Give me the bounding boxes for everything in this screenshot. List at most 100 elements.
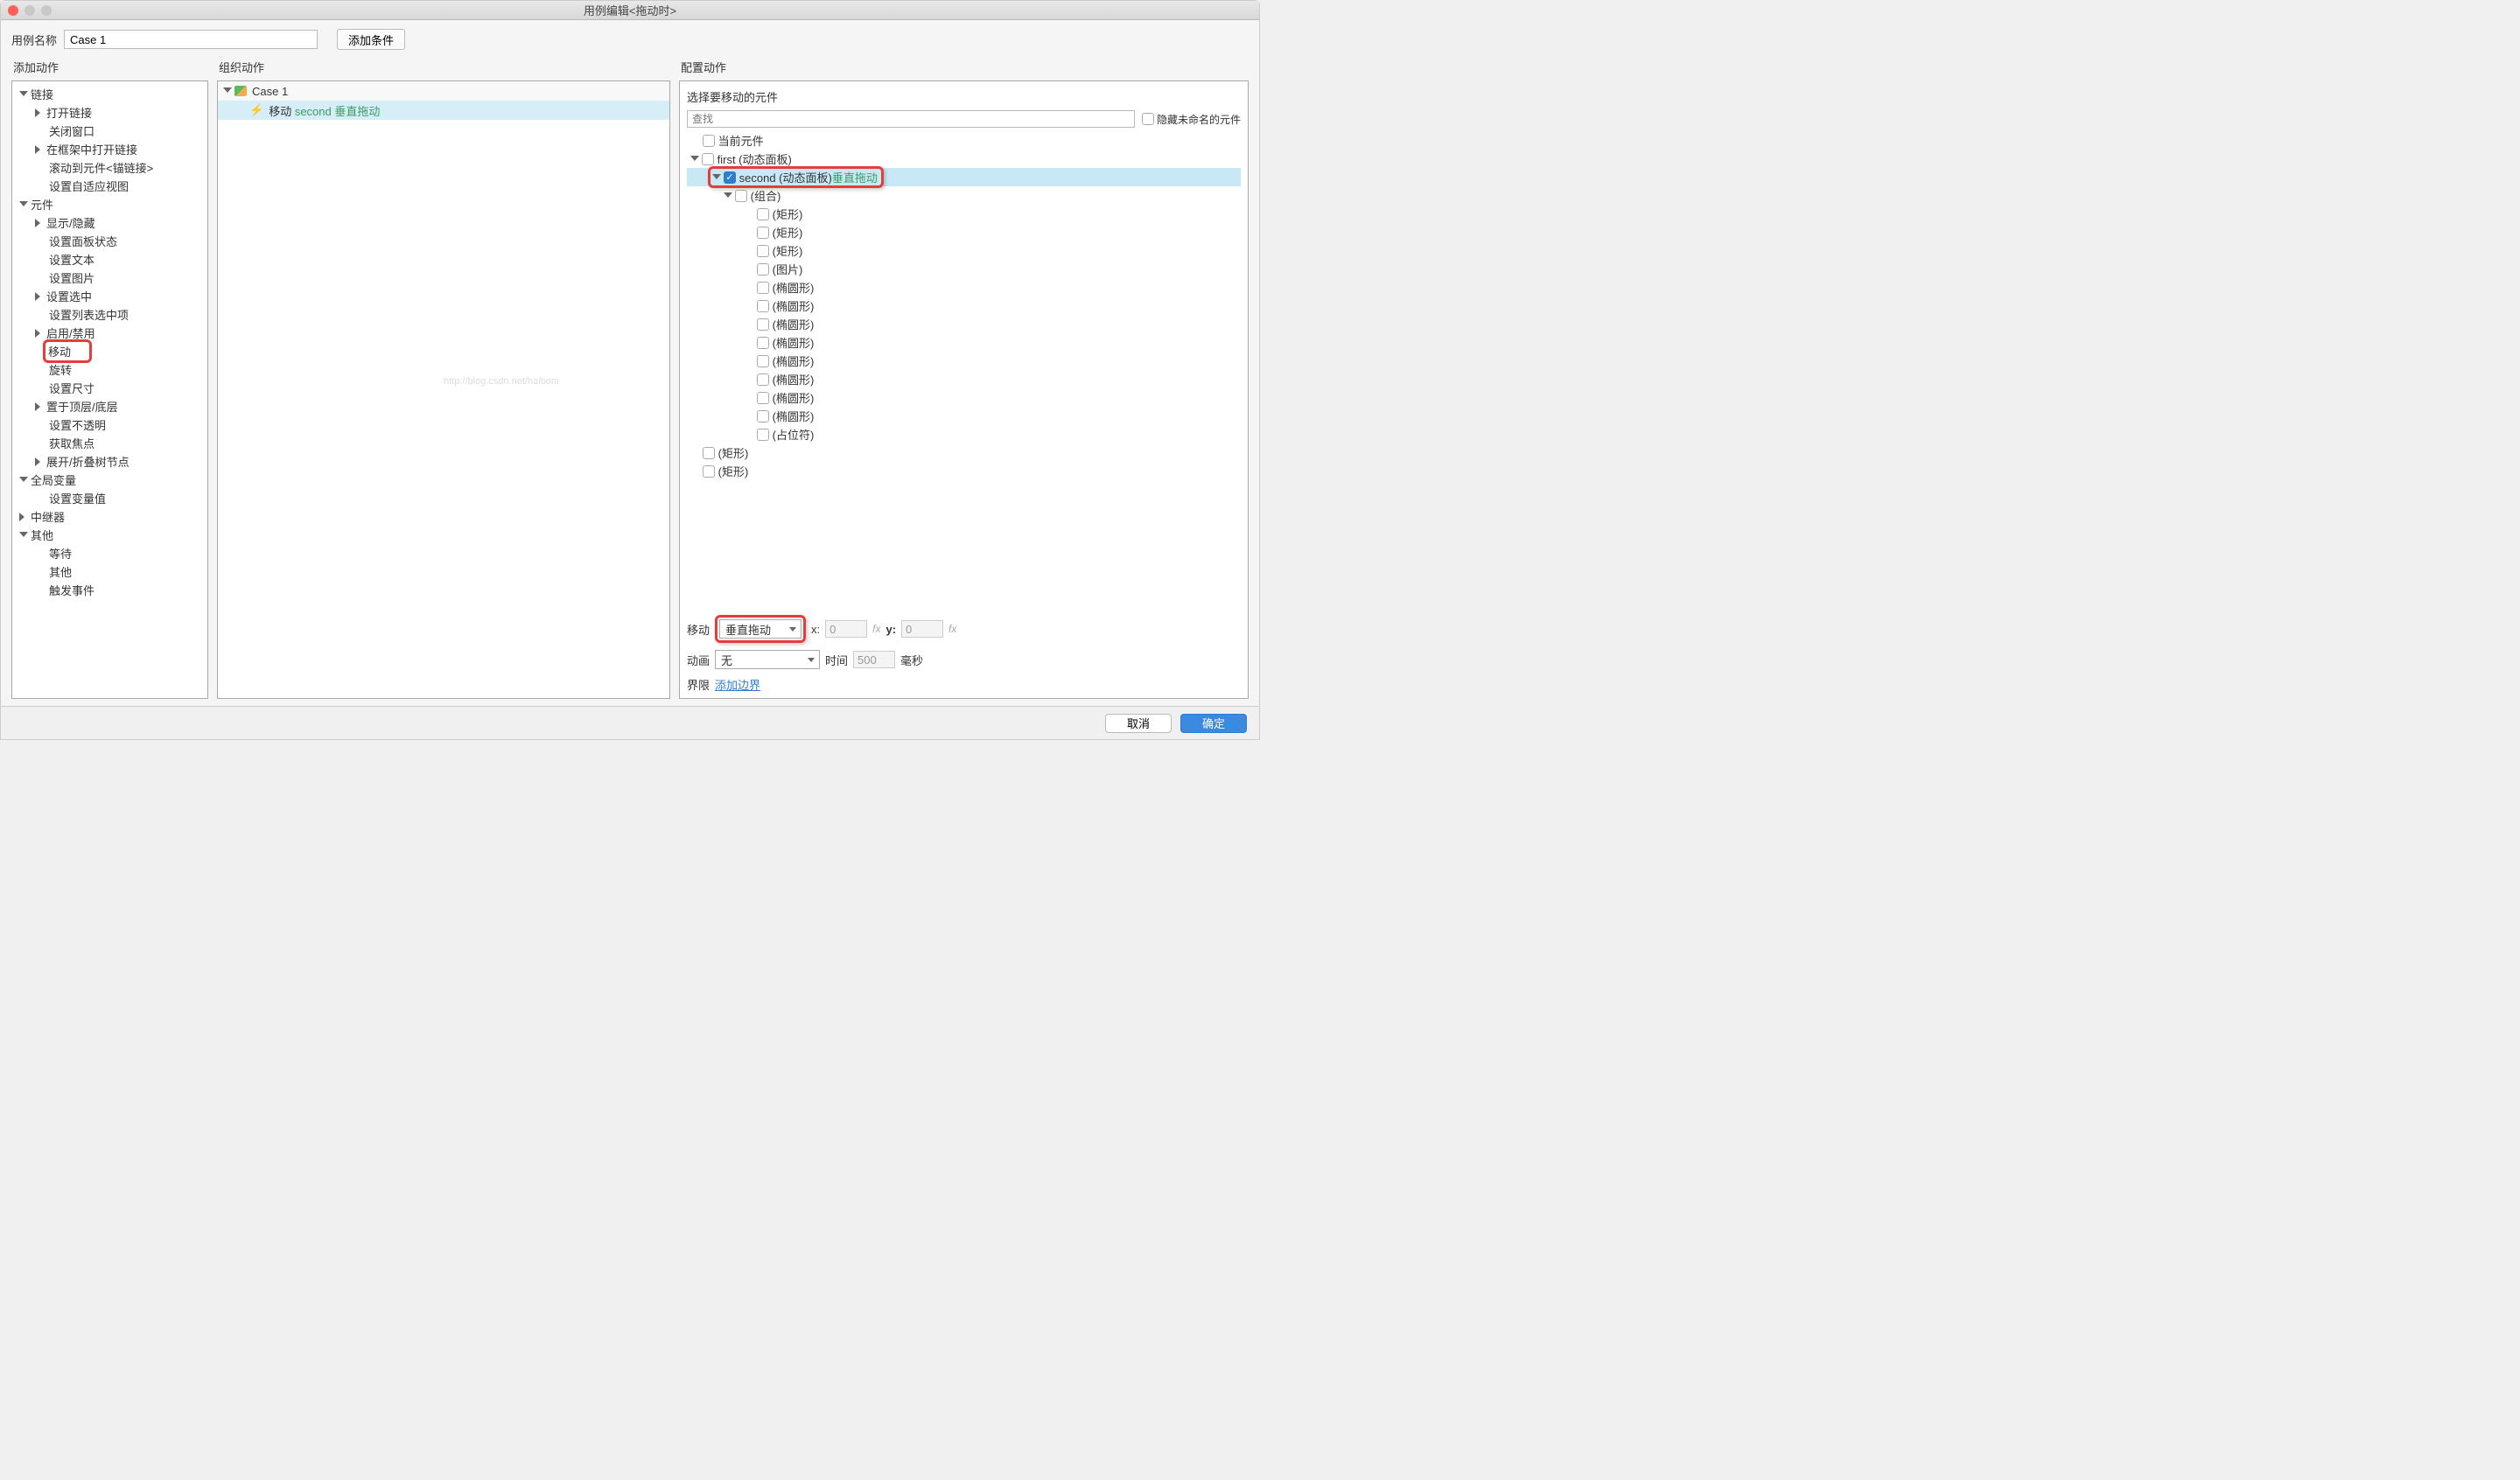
- checkbox-icon: [757, 318, 769, 331]
- action-row[interactable]: ⚡ 移动 second 垂直拖动: [218, 101, 669, 120]
- minimize-icon: [24, 5, 35, 16]
- ok-button[interactable]: 确定: [1180, 714, 1247, 733]
- y-input[interactable]: [901, 620, 943, 638]
- search-input[interactable]: [687, 110, 1135, 128]
- widget-row[interactable]: 当前元件: [687, 131, 1241, 150]
- tree-item[interactable]: 在框架中打开链接: [14, 140, 206, 158]
- window-title: 用例编辑<拖动时>: [584, 2, 676, 18]
- tree-item[interactable]: 打开链接: [14, 103, 206, 122]
- tree-item[interactable]: 等待: [14, 544, 206, 562]
- checkbox-icon: [757, 263, 769, 276]
- checkbox-icon: [703, 135, 715, 147]
- tree-cat-widget[interactable]: 元件: [14, 195, 206, 213]
- time-input[interactable]: [853, 651, 895, 668]
- fx-icon[interactable]: fx: [948, 623, 956, 635]
- chevron-down-icon: [712, 174, 721, 183]
- checkbox-checked-icon: ✓: [724, 171, 736, 184]
- checkbox-icon: [757, 245, 769, 257]
- add-bounds-link[interactable]: 添加边界: [715, 676, 760, 693]
- widget-row[interactable]: (占位符): [687, 425, 1241, 443]
- x-input[interactable]: [825, 620, 867, 638]
- fx-icon[interactable]: fx: [872, 623, 880, 635]
- tree-cat-global[interactable]: 全局变量: [14, 471, 206, 489]
- top-controls: 用例名称 添加条件: [1, 20, 1259, 53]
- ms-label: 毫秒: [900, 652, 923, 668]
- widget-row-second[interactable]: ✓ second (动态面板) 垂直拖动: [687, 168, 1241, 186]
- bolt-icon: ⚡: [249, 103, 263, 117]
- configure-actions-panel: 配置动作 选择要移动的元件 隐藏未命名的元件 当前元件 first (动态面板): [679, 53, 1249, 699]
- tree-item[interactable]: 触发事件: [14, 581, 206, 599]
- tree-item[interactable]: 旋转: [14, 360, 206, 379]
- panel-title-cfg: 配置动作: [679, 53, 1249, 80]
- chevron-down-icon: [724, 192, 732, 201]
- configure-body: 选择要移动的元件 隐藏未命名的元件 当前元件 first (动态面板): [679, 80, 1249, 699]
- tree-item[interactable]: 其他: [14, 562, 206, 581]
- widget-row[interactable]: (椭圆形): [687, 315, 1241, 333]
- tree-item[interactable]: 设置不透明: [14, 415, 206, 434]
- checkbox-icon: [757, 410, 769, 422]
- tree-item[interactable]: 设置面板状态: [14, 232, 206, 250]
- hide-unnamed-checkbox[interactable]: 隐藏未命名的元件: [1142, 112, 1241, 127]
- tree-item[interactable]: 设置变量值: [14, 489, 206, 507]
- close-icon[interactable]: [8, 5, 18, 16]
- tree-cat-link[interactable]: 链接: [14, 85, 206, 103]
- case-header[interactable]: Case 1: [218, 81, 669, 101]
- tree-item[interactable]: 设置尺寸: [14, 379, 206, 397]
- tree-item[interactable]: 显示/隐藏: [14, 213, 206, 232]
- checkbox-icon: [757, 300, 769, 312]
- widget-row[interactable]: (组合): [687, 186, 1241, 205]
- widget-row[interactable]: (矩形): [687, 443, 1241, 462]
- case-icon: [234, 86, 247, 96]
- panel-title-add: 添加动作: [11, 53, 208, 80]
- titlebar: 用例编辑<拖动时>: [1, 1, 1259, 20]
- action-text: 移动 second 垂直拖动: [269, 102, 380, 119]
- widget-row[interactable]: (椭圆形): [687, 333, 1241, 352]
- tree-item[interactable]: 设置列表选中项: [14, 305, 206, 324]
- widget-row[interactable]: (矩形): [687, 241, 1241, 260]
- move-type-select[interactable]: 垂直拖动: [719, 619, 802, 639]
- widget-row[interactable]: (图片): [687, 260, 1241, 278]
- move-controls: 移动 垂直拖动 x: fx y: fx 动画 无 时间: [687, 610, 1241, 693]
- checkbox-icon: [757, 208, 769, 220]
- widget-tree: 当前元件 first (动态面板) ✓ second (动态面板) 垂直拖动 (…: [687, 131, 1241, 610]
- widget-row[interactable]: (矩形): [687, 223, 1241, 241]
- tree-item[interactable]: 启用/禁用: [14, 324, 206, 342]
- checkbox-icon: [1142, 113, 1154, 125]
- widget-row[interactable]: (矩形): [687, 462, 1241, 480]
- tree-item[interactable]: 设置文本: [14, 250, 206, 269]
- tree-item[interactable]: 滚动到元件<锚链接>: [14, 158, 206, 177]
- x-label: x:: [811, 623, 820, 636]
- add-actions-panel: 添加动作 链接 打开链接 关闭窗口 在框架中打开链接 滚动到元件<锚链接> 设置…: [11, 53, 208, 699]
- widget-row[interactable]: (椭圆形): [687, 352, 1241, 370]
- widget-row[interactable]: (椭圆形): [687, 407, 1241, 425]
- main-area: 添加动作 链接 打开链接 关闭窗口 在框架中打开链接 滚动到元件<锚链接> 设置…: [1, 53, 1259, 706]
- anim-label: 动画: [687, 652, 710, 668]
- tree-item[interactable]: 设置自适应视图: [14, 177, 206, 195]
- tree-cat-other[interactable]: 其他: [14, 526, 206, 544]
- widget-row[interactable]: (矩形): [687, 205, 1241, 223]
- cancel-button[interactable]: 取消: [1105, 714, 1172, 733]
- tree-item[interactable]: 获取焦点: [14, 434, 206, 452]
- tree-item[interactable]: 设置选中: [14, 287, 206, 305]
- tree-cat-repeater[interactable]: 中继器: [14, 507, 206, 526]
- tree-item[interactable]: 关闭窗口: [14, 122, 206, 140]
- widget-row[interactable]: (椭圆形): [687, 388, 1241, 407]
- anim-select[interactable]: 无: [715, 650, 820, 669]
- tree-item[interactable]: 设置图片: [14, 269, 206, 287]
- widget-row[interactable]: first (动态面板): [687, 150, 1241, 168]
- checkbox-icon: [757, 355, 769, 367]
- checkbox-icon: [757, 373, 769, 386]
- checkbox-icon: [735, 190, 747, 202]
- chevron-down-icon: [690, 156, 699, 164]
- case-name-input[interactable]: [64, 30, 318, 49]
- organize-actions-panel: 组织动作 Case 1 ⚡ 移动 second 垂直拖动 http://blog…: [217, 53, 670, 699]
- tree-item[interactable]: 置于顶层/底层: [14, 397, 206, 415]
- dialog-window: 用例编辑<拖动时> 用例名称 添加条件 添加动作 链接 打开链接 关闭窗口 在框…: [0, 0, 1260, 740]
- add-condition-button[interactable]: 添加条件: [337, 29, 405, 50]
- tree-item[interactable]: 展开/折叠树节点: [14, 452, 206, 471]
- widget-row[interactable]: (椭圆形): [687, 278, 1241, 297]
- widget-row[interactable]: (椭圆形): [687, 297, 1241, 315]
- tree-item-move[interactable]: 移动: [14, 342, 206, 360]
- case-name-label: 用例名称: [11, 31, 57, 48]
- widget-row[interactable]: (椭圆形): [687, 370, 1241, 388]
